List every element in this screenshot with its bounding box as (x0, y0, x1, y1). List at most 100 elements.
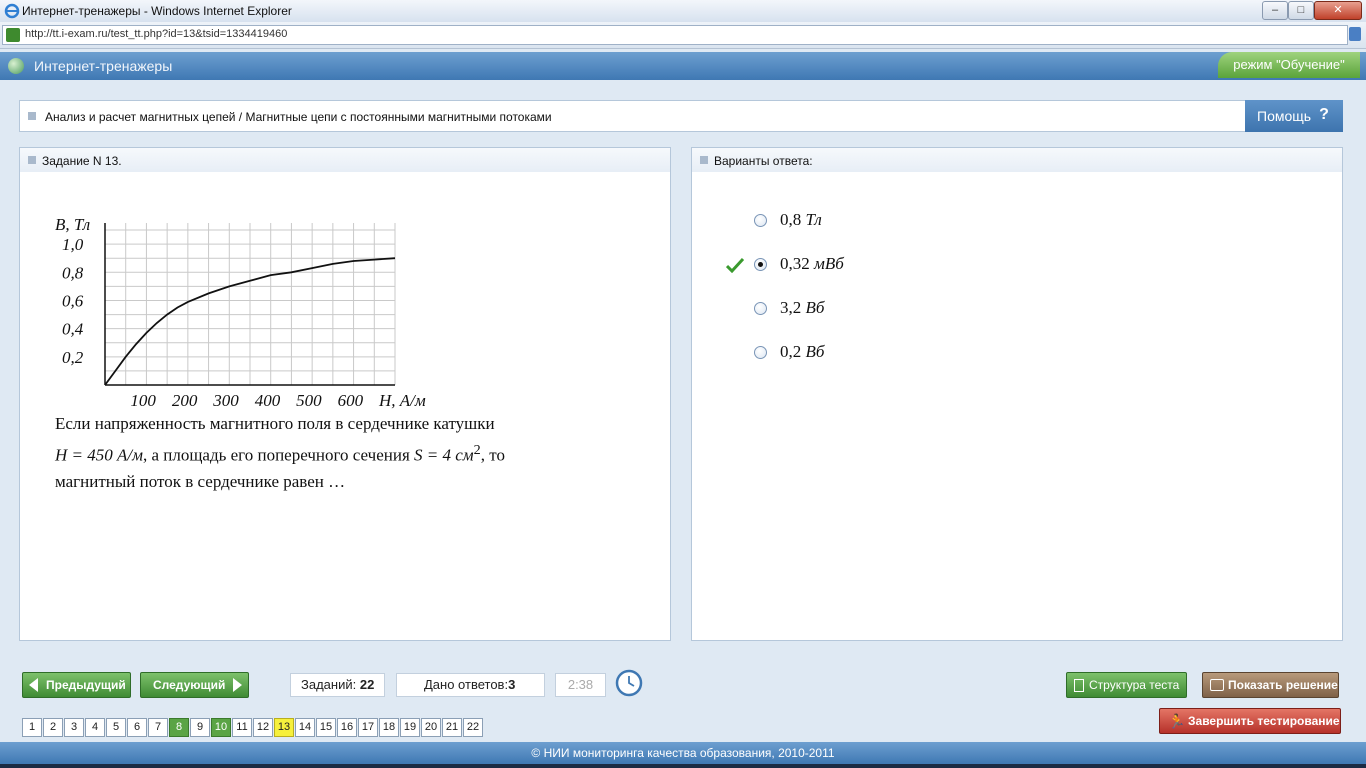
answer-label: 3,2 Вб (780, 298, 824, 318)
task-title: Задание N 13. (42, 154, 122, 168)
help-button[interactable]: Помощь ? (1245, 100, 1343, 132)
page-button-7[interactable]: 7 (148, 718, 168, 737)
y-tick-label: 0,4 (62, 320, 84, 339)
page-favicon-icon (6, 28, 20, 42)
page-button-22[interactable]: 22 (463, 718, 483, 737)
mode-badge: режим "Обучение" (1218, 52, 1360, 78)
answers-panel: Варианты ответа: 0,8 Тл 0,32 мВб 3,2 Вб … (691, 147, 1343, 641)
answer-label: 0,8 Тл (780, 210, 822, 230)
page-button-3[interactable]: 3 (64, 718, 84, 737)
maximize-button[interactable]: □ (1288, 1, 1314, 20)
page-button-2[interactable]: 2 (43, 718, 63, 737)
arrow-left-icon (29, 678, 38, 692)
tasks-count-value: 22 (359, 677, 375, 692)
answers-count-label: Дано ответов: (424, 677, 509, 692)
y-tick-label: 0,2 (62, 348, 84, 367)
x-tick-label: 200 (172, 391, 198, 410)
clock-icon[interactable] (615, 669, 643, 697)
y-tick-label: 0,6 (62, 291, 84, 310)
running-man-icon: 🏃 (1168, 713, 1186, 729)
ie-logo-icon (4, 3, 20, 19)
footer: © НИИ мониторинга качества образования, … (0, 742, 1366, 764)
timer: 2:38 (555, 673, 606, 697)
structure-label: Структура теста (1089, 678, 1180, 692)
breadcrumb-text: Анализ и расчет магнитных цепей / Магнит… (45, 110, 552, 124)
page-button-9[interactable]: 9 (190, 718, 210, 737)
answer-label: 0,2 Вб (780, 342, 824, 362)
page-button-18[interactable]: 18 (379, 718, 399, 737)
radio-button[interactable] (754, 258, 767, 271)
answer-label: 0,32 мВб (780, 254, 844, 274)
page-button-8[interactable]: 8 (169, 718, 189, 737)
x-tick-label: 300 (212, 391, 239, 410)
radio-button[interactable] (754, 346, 767, 359)
y-axis-label: B, Тл (55, 215, 90, 234)
next-button[interactable]: Следующий (140, 672, 249, 698)
test-structure-button[interactable]: Структура теста (1066, 672, 1187, 698)
page-button-21[interactable]: 21 (442, 718, 462, 737)
previous-label: Предыдущий (46, 678, 126, 692)
page-button-11[interactable]: 11 (232, 718, 252, 737)
page-button-4[interactable]: 4 (85, 718, 105, 737)
page-button-12[interactable]: 12 (253, 718, 273, 737)
page-button-14[interactable]: 14 (295, 718, 315, 737)
checkmark-icon (726, 257, 744, 273)
finish-label: Завершить тестирование (1188, 714, 1340, 728)
address-bar: http://tt.i-exam.ru/test_tt.php?id=13&ts… (0, 22, 1366, 49)
compatibility-view-icon[interactable] (1349, 27, 1361, 41)
window-titlebar: Интернет-тренажеры - Windows Internet Ex… (0, 0, 1366, 23)
tasks-count-label: Заданий: (301, 677, 357, 692)
page-button-19[interactable]: 19 (400, 718, 420, 737)
page-button-1[interactable]: 1 (22, 718, 42, 737)
bullet-icon (28, 112, 36, 120)
answer-option-4[interactable]: 0,2 Вб (752, 342, 1052, 364)
x-tick-label: 400 (255, 391, 281, 410)
bh-curve-chart: 1,0 0,8 0,6 0,4 0,2 100 200 300 400 500 600 B, Тл… (55, 215, 426, 410)
page-button-15[interactable]: 15 (316, 718, 336, 737)
answer-value: 0,2 (780, 342, 802, 361)
formula-S: S = 4 см (414, 445, 474, 465)
answer-unit: Тл (805, 210, 822, 229)
list-icon (1074, 679, 1084, 692)
finish-test-button[interactable]: 🏃 Завершить тестирование (1159, 708, 1341, 734)
next-label: Следующий (153, 678, 226, 692)
app-title: Интернет-тренажеры (34, 58, 173, 74)
minimize-button[interactable]: – (1262, 1, 1288, 20)
page-button-16[interactable]: 16 (337, 718, 357, 737)
answer-option-3[interactable]: 3,2 Вб (752, 298, 1052, 320)
page-button-10[interactable]: 10 (211, 718, 231, 737)
close-window-button[interactable]: ✕ (1314, 1, 1362, 20)
show-solution-button[interactable]: Показать решение (1202, 672, 1339, 698)
tasks-count: Заданий: 22 (290, 673, 385, 697)
breadcrumb: Анализ и расчет магнитных цепей / Магнит… (19, 100, 1246, 132)
bullet-icon (28, 156, 36, 164)
page-button-6[interactable]: 6 (127, 718, 147, 737)
globe-icon (8, 58, 24, 74)
answer-unit: Вб (805, 342, 825, 361)
x-tick-label: 500 (296, 391, 322, 410)
x-axis-label: H, А/м (378, 391, 426, 410)
page-button-13[interactable]: 13 (274, 718, 294, 737)
radio-button[interactable] (754, 214, 767, 227)
bullet-icon (700, 156, 708, 164)
answer-option-1[interactable]: 0,8 Тл (752, 210, 1052, 232)
book-icon (1210, 679, 1224, 691)
page-button-17[interactable]: 17 (358, 718, 378, 737)
answer-option-2[interactable]: 0,32 мВб (752, 254, 1052, 276)
x-tick-labels: 100 200 300 400 500 600 (130, 391, 363, 410)
task-panel: Задание N 13. 1,0 0,8 0,6 0,4 0,2 100 200 300 4… (19, 147, 671, 641)
radio-button[interactable] (754, 302, 767, 315)
page-button-20[interactable]: 20 (421, 718, 441, 737)
answer-value: 0,8 (780, 210, 802, 229)
y-tick-label: 0,8 (62, 263, 84, 282)
answers-title: Варианты ответа: (714, 154, 813, 168)
question-line3: магнитный поток в сердечнике равен … (55, 471, 346, 491)
x-tick-label: 100 (130, 391, 156, 410)
os-taskbar (0, 764, 1366, 768)
page-button-5[interactable]: 5 (106, 718, 126, 737)
answers-count-value: 3 (508, 677, 516, 692)
question-icon: ? (1319, 106, 1329, 123)
answer-value: 0,32 (780, 254, 810, 273)
previous-button[interactable]: Предыдущий (22, 672, 131, 698)
url-input[interactable]: http://tt.i-exam.ru/test_tt.php?id=13&ts… (2, 25, 1348, 45)
